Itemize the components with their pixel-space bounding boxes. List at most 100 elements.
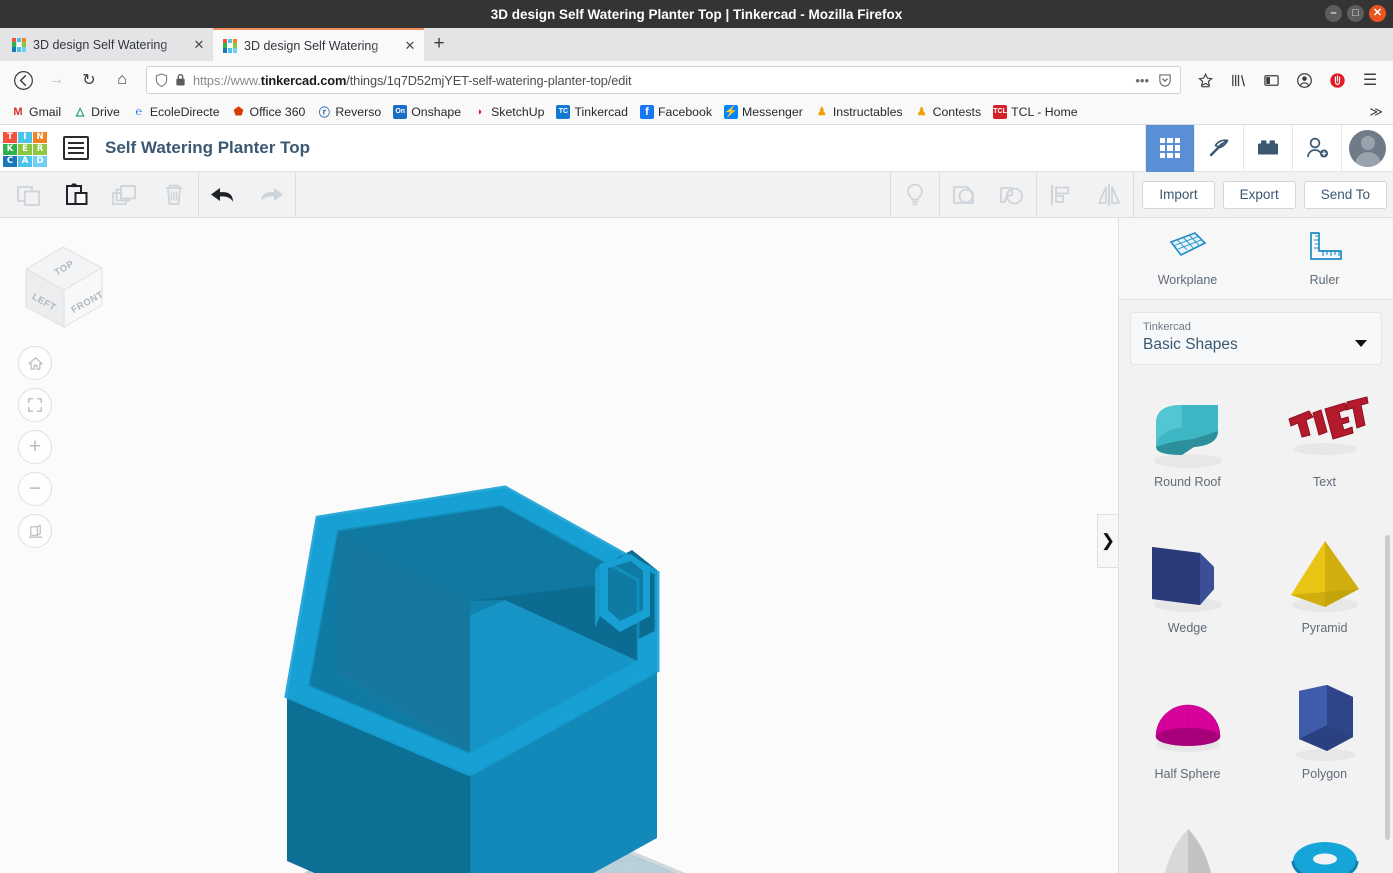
browser-tab-2-close-icon[interactable]: ✕ bbox=[403, 38, 417, 54]
undo-button[interactable] bbox=[199, 172, 247, 218]
view-cube[interactable]: TOP LEFT FRONT bbox=[16, 235, 111, 335]
bookmark-instructables[interactable]: ♟Instructables bbox=[810, 103, 908, 121]
shape-label: Polygon bbox=[1302, 767, 1347, 781]
browser-tab-2[interactable]: 3D design Self Watering ✕ bbox=[213, 28, 424, 61]
bookmark-contests[interactable]: ♟Contests bbox=[910, 103, 987, 121]
zoom-out-button[interactable]: − bbox=[18, 472, 52, 506]
redo-button[interactable] bbox=[247, 172, 295, 218]
3d-scene[interactable] bbox=[0, 218, 1118, 873]
bookmark-office-360[interactable]: ⬟Office 360 bbox=[227, 103, 311, 121]
3d-canvas[interactable]: TOP LEFT FRONT + − Edit Grid Snap Grid 1… bbox=[0, 218, 1118, 873]
window-close-button[interactable]: ✕ bbox=[1369, 5, 1386, 22]
url-bar[interactable]: https://www.tinkercad.com/things/1q7D52m… bbox=[146, 66, 1181, 94]
window-titlebar: 3D design Self Watering Planter Top | Ti… bbox=[0, 0, 1393, 28]
logo-tile-a: A bbox=[18, 156, 32, 167]
avatar-container[interactable] bbox=[1341, 125, 1393, 172]
duplicate-button[interactable] bbox=[102, 172, 150, 218]
planter-model[interactable] bbox=[287, 488, 657, 873]
bookmark-drive[interactable]: △Drive bbox=[68, 103, 125, 121]
shape-paraboloid[interactable]: Paraboloid bbox=[1119, 817, 1256, 873]
pocket-save-icon[interactable] bbox=[1158, 73, 1172, 88]
send-to-button[interactable]: Send To bbox=[1304, 181, 1387, 209]
fit-view-button[interactable] bbox=[18, 388, 52, 422]
shapes-gallery[interactable]: Round Roof bbox=[1119, 365, 1393, 873]
hint-button[interactable] bbox=[891, 172, 939, 218]
panel-scrollbar[interactable] bbox=[1385, 535, 1390, 840]
shape-torus[interactable]: Torus bbox=[1256, 817, 1393, 873]
bookmarks-bar: MGmail△Drive℮EcoleDirecte⬟Office 360ⓡRev… bbox=[0, 99, 1393, 125]
shape-polygon[interactable]: Polygon bbox=[1256, 671, 1393, 811]
export-button[interactable]: Export bbox=[1223, 181, 1296, 209]
account-icon[interactable] bbox=[1289, 65, 1319, 95]
toolbar-divider bbox=[1133, 172, 1134, 218]
reload-button[interactable]: ↻ bbox=[74, 65, 104, 95]
workplane-tool[interactable]: Workplane bbox=[1119, 218, 1256, 299]
redo-arrow-icon bbox=[255, 183, 287, 207]
workplane-icon bbox=[1167, 231, 1209, 267]
new-tab-button[interactable]: + bbox=[424, 28, 454, 61]
bookmark-star-icon[interactable] bbox=[1190, 65, 1220, 95]
bookmark-facebook[interactable]: fFacebook bbox=[635, 103, 717, 121]
back-button[interactable] bbox=[8, 65, 38, 95]
bookmark-ecoledirecte[interactable]: ℮EcoleDirecte bbox=[127, 103, 225, 121]
adblock-icon[interactable] bbox=[1322, 65, 1352, 95]
workplane-label: Workplane bbox=[1158, 273, 1218, 287]
align-button[interactable] bbox=[1037, 172, 1085, 218]
bookmark-onshape[interactable]: OnOnshape bbox=[388, 103, 466, 121]
library-owner: Tinkercad bbox=[1143, 321, 1369, 333]
lego-brick-icon bbox=[1255, 137, 1281, 159]
sidebar-icon[interactable] bbox=[1256, 65, 1286, 95]
avatar[interactable] bbox=[1349, 130, 1386, 167]
menu-icon[interactable]: ☰ bbox=[1355, 65, 1385, 95]
shape-half-sphere[interactable]: Half Sphere bbox=[1119, 671, 1256, 811]
library-name: Basic Shapes bbox=[1143, 336, 1369, 354]
grid-view-button[interactable] bbox=[1145, 125, 1194, 172]
home-button[interactable]: ⌂ bbox=[107, 65, 137, 95]
copy-button[interactable] bbox=[6, 172, 54, 218]
shape-wedge[interactable]: Wedge bbox=[1119, 525, 1256, 665]
shape-library-select[interactable]: Tinkercad Basic Shapes bbox=[1130, 312, 1382, 365]
panel-collapse-button[interactable]: ❯ bbox=[1097, 514, 1118, 568]
codeblocks-button[interactable] bbox=[1194, 125, 1243, 172]
shape-round-roof[interactable]: Round Roof bbox=[1119, 379, 1256, 519]
tinkercad-logo[interactable]: TINKERCAD bbox=[3, 132, 47, 165]
duplicate-icon bbox=[111, 182, 141, 208]
perspective-box-icon bbox=[27, 523, 44, 540]
delete-button[interactable] bbox=[150, 172, 198, 218]
window-minimize-button[interactable]: – bbox=[1325, 5, 1342, 22]
shape-pyramid[interactable]: Pyramid bbox=[1256, 525, 1393, 665]
bookmark-messenger[interactable]: ⚡Messenger bbox=[719, 103, 808, 121]
mirror-button[interactable] bbox=[1085, 172, 1133, 218]
bookmark-tinkercad[interactable]: TCTinkercad bbox=[551, 103, 633, 121]
browser-tab-1-close-icon[interactable]: ✕ bbox=[192, 37, 206, 53]
zoom-in-button[interactable]: + bbox=[18, 430, 52, 464]
group-button[interactable] bbox=[940, 172, 988, 218]
pickaxe-icon bbox=[1207, 136, 1231, 160]
design-list-icon[interactable] bbox=[63, 136, 89, 160]
bookmark-label: Gmail bbox=[29, 105, 61, 119]
blocks-button[interactable] bbox=[1243, 125, 1292, 172]
window-maximize-button[interactable]: □ bbox=[1347, 5, 1364, 22]
bookmark-icon: ⚡ bbox=[724, 105, 738, 119]
view-mode-button[interactable] bbox=[18, 514, 52, 548]
bookmark-gmail[interactable]: MGmail bbox=[6, 103, 66, 121]
chevron-down-icon bbox=[1355, 340, 1367, 347]
bookmark-sketchup[interactable]: ◗SketchUp bbox=[468, 103, 549, 121]
home-view-button[interactable] bbox=[18, 346, 52, 380]
bookmark-tcl-home[interactable]: TCLTCL - Home bbox=[988, 103, 1083, 121]
import-button[interactable]: Import bbox=[1142, 181, 1214, 209]
library-icon[interactable] bbox=[1223, 65, 1253, 95]
bookmarks-overflow-icon[interactable]: ≫ bbox=[1369, 104, 1387, 120]
browser-tab-1[interactable]: 3D design Self Watering ✕ bbox=[2, 28, 213, 61]
shape-text[interactable]: Text bbox=[1256, 379, 1393, 519]
browser-tabstrip: 3D design Self Watering ✕ 3D design Self… bbox=[0, 28, 1393, 61]
ungroup-button[interactable] bbox=[988, 172, 1036, 218]
bookmark-reverso[interactable]: ⓡReverso bbox=[312, 103, 386, 121]
bookmark-icon: ♟ bbox=[915, 105, 929, 119]
paste-button[interactable] bbox=[54, 172, 102, 218]
logo-tile-n: N bbox=[33, 132, 47, 143]
page-actions-icon[interactable]: ••• bbox=[1135, 73, 1149, 88]
invite-button[interactable] bbox=[1292, 125, 1341, 172]
forward-button[interactable]: → bbox=[41, 65, 71, 95]
ruler-tool[interactable]: Ruler bbox=[1256, 218, 1393, 299]
